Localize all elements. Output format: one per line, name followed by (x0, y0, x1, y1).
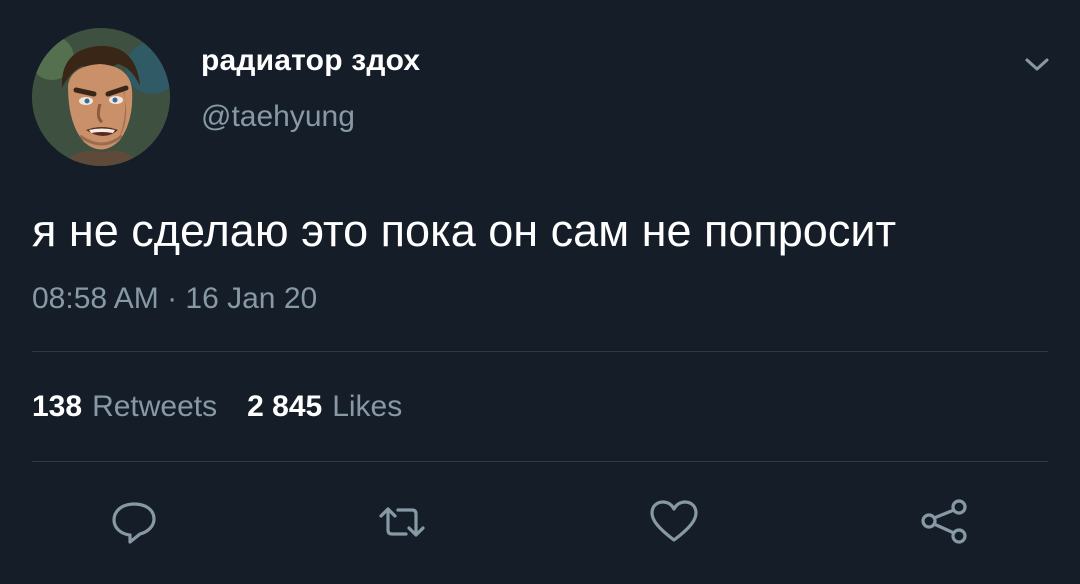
divider (32, 461, 1048, 462)
avatar-illustration (32, 28, 170, 166)
reply-icon (112, 502, 156, 544)
avatar[interactable] (32, 28, 170, 166)
retweet-button[interactable] (374, 494, 430, 550)
likes-stat[interactable]: 2 845 Likes (247, 390, 402, 424)
engagement-stats: 138 Retweets 2 845 Likes (32, 390, 402, 424)
retweet-icon (379, 507, 425, 537)
likes-count: 2 845 (247, 390, 323, 423)
retweets-count: 138 (32, 390, 83, 423)
likes-label: Likes (332, 390, 403, 423)
retweets-stat[interactable]: 138 Retweets (32, 390, 217, 424)
reply-button[interactable] (106, 494, 162, 550)
like-button[interactable] (646, 494, 702, 550)
tweet-timestamp[interactable]: 08:58 AM · 16 Jan 20 (32, 282, 317, 316)
tweet-text: я не сделаю это пока он сам не попросит (32, 205, 897, 256)
heart-icon (650, 500, 698, 542)
display-name[interactable]: радиатор здох (201, 44, 420, 78)
retweets-label: Retweets (92, 390, 218, 423)
chevron-down-icon[interactable] (1020, 52, 1054, 76)
share-icon (921, 499, 967, 544)
user-handle[interactable]: @taehyung (201, 100, 355, 134)
divider (32, 351, 1048, 352)
share-button[interactable] (916, 494, 972, 550)
